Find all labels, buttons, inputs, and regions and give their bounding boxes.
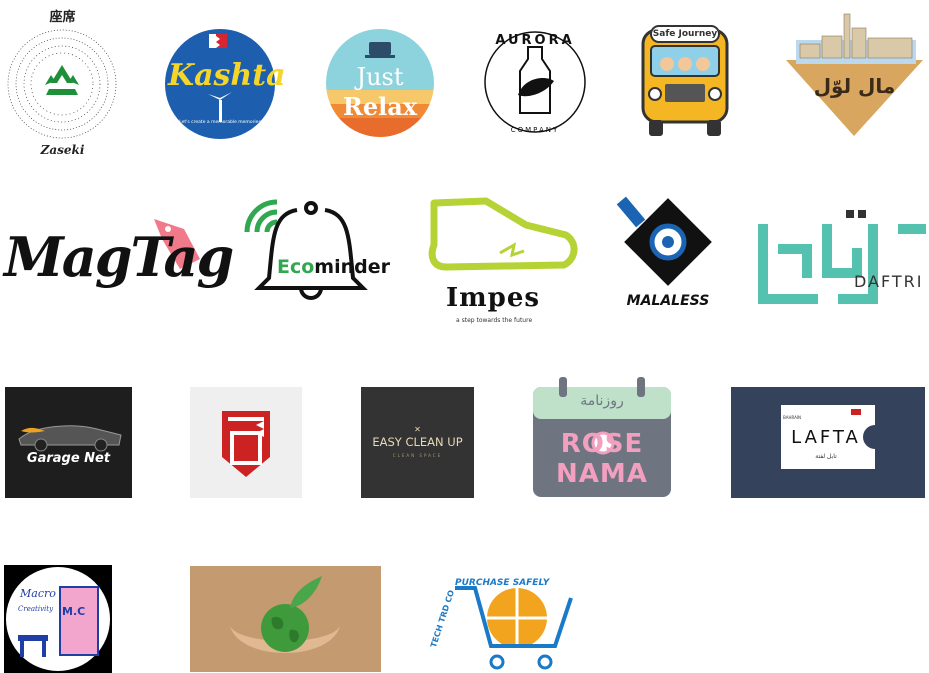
logo-mal-lawal: مال لوّل [782,10,927,138]
logo-garage-net: Garage Net [5,387,132,498]
logo-macro-creativity: Macro Creativity M.C [4,565,112,673]
logo-bahrain-emblem [190,387,302,498]
logo-malaless: MALALESS [615,193,721,315]
easy-clean-up-name: EASY CLEAN UP [372,435,463,449]
macro-name: Macro [20,587,56,600]
rose-nama-arabic: روزنامة [580,393,624,409]
lafta-name: LAFTA [791,427,861,448]
globe-icon [261,604,309,652]
logo-magtag: MagTag [4,215,234,305]
wifi-signal-icon [244,199,278,233]
logo-zaseki: 座席 Zaseki [5,5,120,157]
mal-lawal-arabic: مال لوّل [813,74,896,98]
logo-lafta: BAHRAIN LAFTA تابل لفتة [731,387,925,498]
macro-name2: Creativity [18,605,54,613]
aurora-sub: COMPANY [510,126,560,134]
zaseki-bottom-text: Zaseki [40,143,85,157]
logo-easy-clean-up: ✕ EASY CLEAN UP CLEAN SPACE [361,387,474,498]
malaless-name: MALALESS [626,293,710,309]
impes-name: Impes [446,283,541,313]
ecominder-minder: minder [314,256,390,278]
logo-rose-nama: روزنامة ROSE NAMA [533,377,671,498]
logo-tech-trd: PURCHASE SAFELY TECH TRD CO [425,576,580,673]
lafta-small: BAHRAIN [783,415,802,420]
garage-net-name: Garage Net [26,451,111,466]
logo-globe-hands [190,566,381,672]
kashta-tagline: Let's create a memorable memories [179,120,261,125]
desk-icon [18,635,48,641]
dots-icon [846,210,866,218]
logo-safe-journey: Safe Journey [637,20,733,138]
logo-just-relax: Just Relax [325,28,435,138]
rose-nama-name1: ROSE [560,429,644,459]
logo-impes: Impes a step towards the future [426,195,581,330]
aurora-name: AURORA [495,33,575,48]
recycle-icon [45,65,79,95]
daftri-name: DAFTRI [854,272,924,291]
just-relax-line1: Just [356,63,404,91]
bell-icon [254,201,368,300]
city-skyline-icon [799,13,913,59]
ecominder-wordmark: Ecominder [277,256,390,278]
leaf-icon [518,77,554,97]
ecominder-eco: Eco [277,256,315,278]
kashta-name: Kashta [168,58,286,93]
logo-aurora: AURORA COMPANY [480,25,590,140]
sports-car-icon [18,425,122,452]
laptop-icon [369,42,391,55]
logo-daftri: DAFTRI [758,208,928,310]
daftri-emblem [758,210,926,304]
macro-creativity-emblem [6,567,110,671]
zaseki-emblem [7,29,117,139]
just-relax-line2: Relax [342,92,418,121]
safe-journey-banner: Safe Journey [652,29,718,39]
easy-clean-up-sub: CLEAN SPACE [392,453,443,458]
logo-ecominder: Ecominder [243,198,390,308]
shield-icon [222,411,270,477]
logo-kashta: Kashta Let's create a memorable memories [164,28,286,140]
tech-trd-top: PURCHASE SAFELY [455,578,550,588]
globe-hands-image [190,566,381,672]
magtag-name: MagTag [4,225,234,289]
broom-icon: ✕ [414,425,421,434]
lafta-arabic: تابل لفتة [815,453,837,460]
macro-initials: M.C [62,605,86,618]
ecominder-emblem [244,199,368,300]
zaseki-top-text: 座席 [49,10,76,25]
rose-nama-name2: NAMA [556,459,648,489]
impes-tagline: a step towards the future [456,317,533,324]
